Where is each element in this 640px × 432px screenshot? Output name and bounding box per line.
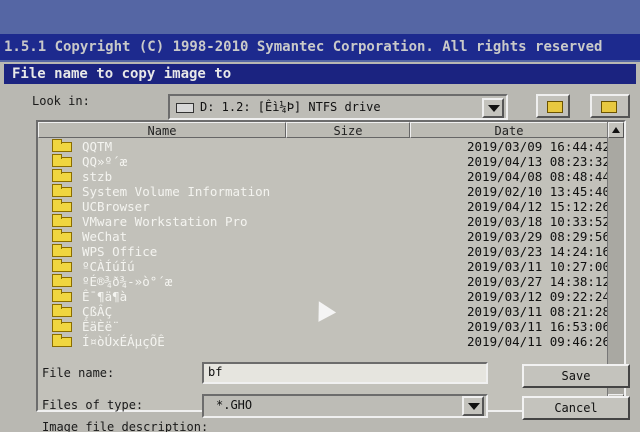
file-date: 2019/04/08 08:48:44 xyxy=(467,169,610,184)
image-description-label: Image file description: xyxy=(42,420,209,432)
look-in-label: Look in: xyxy=(32,94,90,108)
file-name: ºCÀÍúÍú xyxy=(82,259,135,274)
files-of-type-value: *.GHO xyxy=(216,398,253,412)
new-folder-icon xyxy=(601,101,617,113)
list-item[interactable]: QQ»º´æ 2019/04/13 08:23:32 xyxy=(38,154,624,169)
list-item[interactable]: WPS Office 2019/03/23 14:24:16 xyxy=(38,244,624,259)
scroll-up-button[interactable] xyxy=(608,122,624,138)
file-name: VMware Workstation Pro xyxy=(82,214,248,229)
file-date: 2019/02/10 13:45:40 xyxy=(467,184,610,199)
look-in-value: D: 1.2: [Êì¼Þ] NTFS drive xyxy=(200,100,381,114)
list-item[interactable]: VMware Workstation Pro 2019/03/18 10:33:5… xyxy=(38,214,624,229)
file-date: 2019/03/27 14:38:12 xyxy=(467,274,610,289)
up-folder-button[interactable] xyxy=(536,94,570,118)
file-date: 2019/03/09 16:44:42 xyxy=(467,139,610,154)
file-name: UCBrowser xyxy=(82,199,150,214)
drive-icon xyxy=(176,103,194,113)
look-in-dropdown-button[interactable] xyxy=(482,98,504,118)
folder-icon xyxy=(52,289,72,302)
list-item[interactable]: Ê¯¶ä¶à 2019/03/12 09:22:24 xyxy=(38,289,624,304)
file-name: ÇßÂÇ xyxy=(82,304,113,319)
file-date: 2019/03/11 10:27:00 xyxy=(467,259,610,274)
folder-icon xyxy=(52,154,72,167)
look-in-combo[interactable]: D: 1.2: [Êì¼Þ] NTFS drive xyxy=(168,94,508,120)
file-date: 2019/03/29 08:29:56 xyxy=(467,229,610,244)
file-date: 2019/04/12 15:12:26 xyxy=(467,199,610,214)
file-name: WeChat xyxy=(82,229,128,244)
folder-icon xyxy=(52,199,72,212)
list-item[interactable]: QQTM 2019/03/09 16:44:42 xyxy=(38,139,624,154)
list-item[interactable]: ÊäÈë¨ 2019/03/11 16:53:06 xyxy=(38,319,624,334)
column-header-name[interactable]: Name xyxy=(38,122,286,138)
save-button[interactable]: Save xyxy=(522,364,630,388)
copyright-banner: 1.5.1 Copyright (C) 1998-2010 Symantec C… xyxy=(0,34,640,60)
files-of-type-dropdown-button[interactable] xyxy=(462,396,484,416)
column-header-size[interactable]: Size xyxy=(286,122,410,138)
file-name: System Volume Information xyxy=(82,184,271,199)
file-name-input[interactable]: bf xyxy=(202,362,488,384)
file-name: Ê¯¶ä¶à xyxy=(82,289,128,304)
folder-icon xyxy=(52,259,72,272)
file-date: 2019/04/11 09:46:26 xyxy=(467,334,610,349)
files-of-type-label: Files of type: xyxy=(42,398,144,412)
file-name: QQ»º´æ xyxy=(82,154,128,169)
list-item[interactable]: ºCÀÍúÍú 2019/03/11 10:27:00 xyxy=(38,259,624,274)
folder-icon xyxy=(52,139,72,152)
chevron-down-icon xyxy=(468,403,480,410)
file-date: 2019/03/12 09:22:24 xyxy=(467,289,610,304)
list-item[interactable]: System Volume Information 2019/02/10 13:4… xyxy=(38,184,624,199)
files-of-type-combo[interactable]: *.GHO xyxy=(202,394,488,418)
cancel-button[interactable]: Cancel xyxy=(522,396,630,420)
chevron-down-icon xyxy=(488,105,500,112)
file-name: Í¤òÚxÉÁµçÕÊ xyxy=(82,334,165,349)
list-item[interactable]: UCBrowser 2019/04/12 15:12:26 xyxy=(38,199,624,214)
list-item[interactable]: ºÉ®¾ð¾-»ò°´æ 2019/03/27 14:38:12 xyxy=(38,274,624,289)
folder-icon xyxy=(52,304,72,317)
file-name: WPS Office xyxy=(82,244,158,259)
list-item[interactable]: Í¤òÚxÉÁµçÕÊ 2019/04/11 09:46:26 xyxy=(38,334,624,349)
column-header-date[interactable]: Date xyxy=(410,122,608,138)
file-date: 2019/03/23 14:24:16 xyxy=(467,244,610,259)
arrow-up-icon xyxy=(612,127,620,133)
save-image-dialog: File name to copy image to Look in: D: 1… xyxy=(0,62,640,432)
file-date: 2019/03/11 08:21:28 xyxy=(467,304,610,319)
file-name-value: bf xyxy=(208,365,223,379)
folder-icon xyxy=(52,334,72,347)
folder-icon xyxy=(52,244,72,257)
list-item[interactable]: stzb 2019/04/08 08:48:44 xyxy=(38,169,624,184)
file-date: 2019/03/18 10:33:52 xyxy=(467,214,610,229)
file-date: 2019/04/13 08:23:32 xyxy=(467,154,610,169)
file-name: QQTM xyxy=(82,139,113,154)
dialog-title: File name to copy image to xyxy=(4,64,636,84)
folder-up-icon xyxy=(547,101,563,113)
file-name-label: File name: xyxy=(42,366,115,380)
folder-icon xyxy=(52,319,72,332)
new-folder-button[interactable] xyxy=(590,94,630,118)
folder-icon xyxy=(52,274,72,287)
folder-icon xyxy=(52,169,72,182)
folder-icon xyxy=(52,214,72,227)
folder-icon xyxy=(52,184,72,197)
file-name: ºÉ®¾ð¾-»ò°´æ xyxy=(82,274,173,289)
file-name: ÊäÈë¨ xyxy=(82,319,120,334)
folder-icon xyxy=(52,229,72,242)
list-item[interactable]: WeChat 2019/03/29 08:29:56 xyxy=(38,229,624,244)
file-name: stzb xyxy=(82,169,113,184)
file-date: 2019/03/11 16:53:06 xyxy=(467,319,610,334)
